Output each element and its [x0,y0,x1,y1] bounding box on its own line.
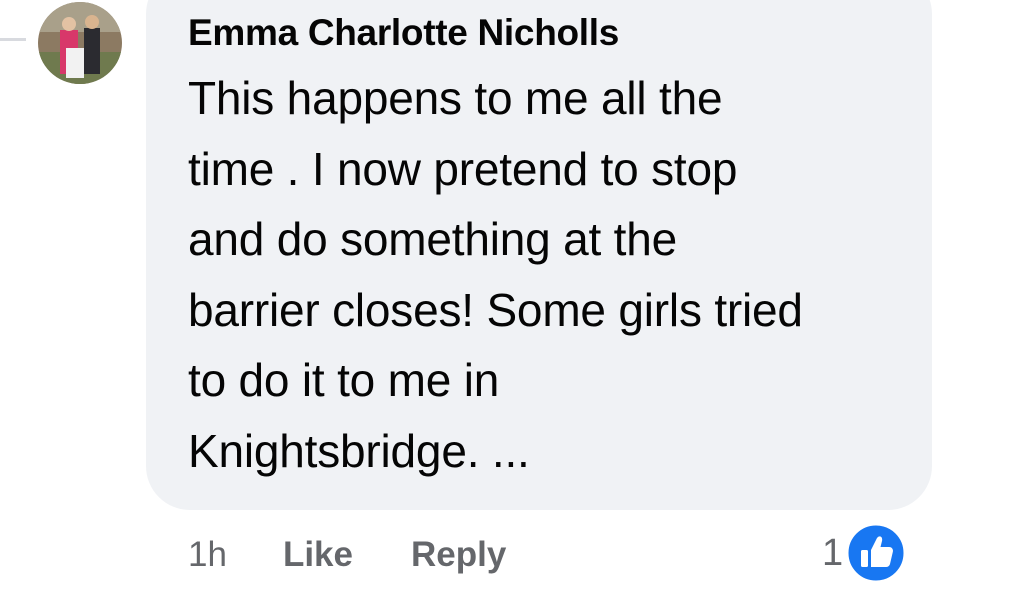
avatar[interactable] [38,2,122,84]
comment: Emma Charlotte Nicholls This happens to … [0,0,1024,607]
comment-text: This happens to me all the time . I now … [188,72,803,477]
reaction-summary[interactable]: 1 [822,522,907,584]
thread-connector [0,38,26,41]
comment-actions: 1h Like Reply [188,530,564,580]
reply-button[interactable]: Reply [411,535,506,575]
like-button[interactable]: Like [283,535,353,575]
reaction-count: 1 [822,531,844,574]
comment-author[interactable]: Emma Charlotte Nicholls [188,12,619,54]
like-thumbs-up-icon [845,522,907,584]
comment-timestamp[interactable]: 1h [188,535,227,575]
